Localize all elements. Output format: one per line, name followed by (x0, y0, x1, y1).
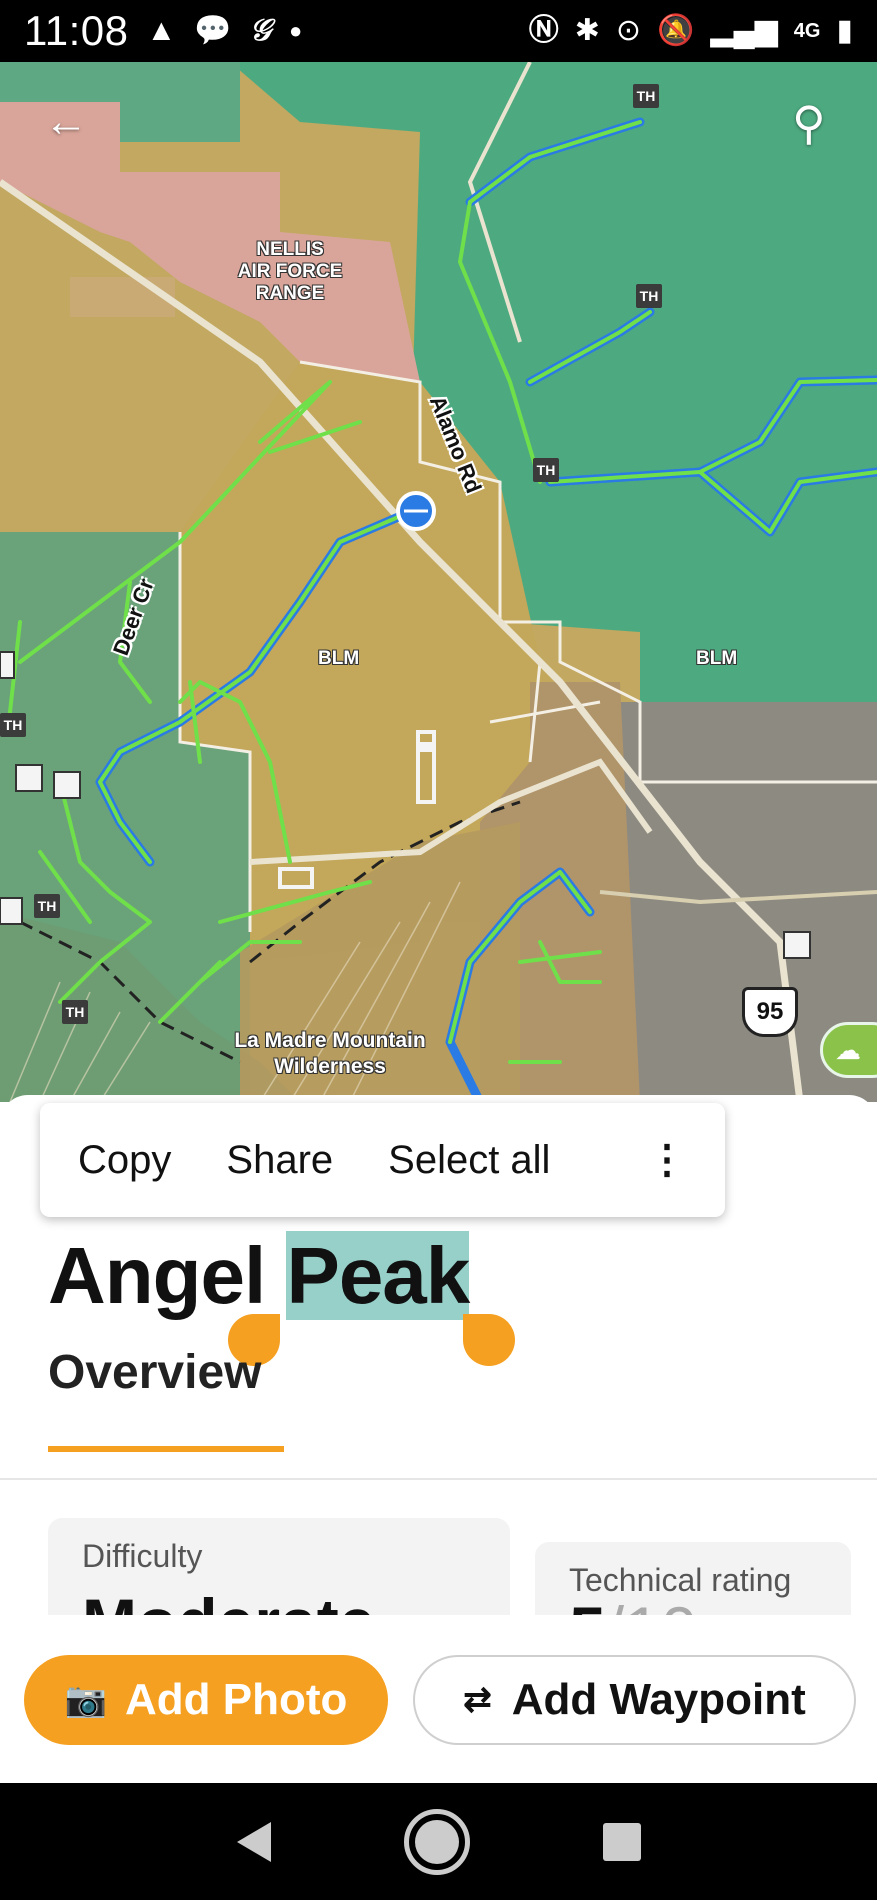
weather-pill[interactable]: ☁ (820, 1022, 877, 1078)
trail-title-text: Angel (48, 1231, 287, 1320)
map-label-wilderness: La Madre Mountain Wilderness (234, 1029, 426, 1078)
highway-shield: 95 (742, 987, 798, 1037)
navigation-arrow-icon: ▲ (146, 14, 177, 47)
trailhead-badge[interactable]: TH (633, 84, 659, 108)
add-photo-button[interactable]: 📷 Add Photo (24, 1655, 388, 1745)
camera-icon: 📷 (64, 1681, 107, 1719)
active-tab-indicator (48, 1446, 284, 1452)
app-notification-icon: 𝒢 (249, 14, 271, 47)
location-icon: ⊙ (615, 14, 642, 47)
selection-handle-end[interactable] (463, 1314, 515, 1366)
tab-divider (0, 1478, 877, 1480)
add-waypoint-button[interactable]: ⇄ Add Waypoint (413, 1655, 856, 1745)
app-screen: 11:08 ▲ 💬 𝒢 ● Ⓝ ✱ ⊙ 🔕 ▂▄▆ 4G ▮ ← ⚲ NELLI… (0, 0, 877, 1900)
map-label-blm-center: BLM (318, 648, 360, 669)
network-type: 4G (793, 19, 821, 42)
nav-home-icon[interactable] (403, 1808, 470, 1875)
system-nav-bar (0, 1783, 877, 1900)
cloud-icon: ☁ (835, 1035, 861, 1065)
more-options-icon[interactable]: ⋮ (647, 1140, 687, 1180)
trailhead-badge[interactable]: TH (62, 1000, 88, 1024)
selected-text[interactable]: Peak (286, 1231, 470, 1320)
more-notifications-icon: ● (288, 18, 303, 43)
battery-icon: ▮ (836, 14, 853, 47)
bluetooth-icon: ✱ (574, 14, 600, 47)
trail-map[interactable]: ← ⚲ NELLIS AIR FORCE RANGE BLM BLM La Ma… (0, 62, 877, 1102)
difficulty-label: Difficulty (82, 1538, 203, 1574)
select-all-button[interactable]: Select all (388, 1138, 550, 1183)
tab-overview[interactable]: Overview (48, 1345, 261, 1400)
share-button[interactable]: Share (226, 1138, 333, 1183)
add-waypoint-label: Add Waypoint (511, 1675, 806, 1724)
search-icon[interactable]: ⚲ (792, 100, 826, 146)
trail-title[interactable]: Angel Peak (48, 1230, 470, 1322)
trailhead-badge[interactable]: TH (34, 894, 60, 918)
nav-recents-icon[interactable] (602, 1822, 641, 1861)
copy-button[interactable]: Copy (78, 1138, 171, 1183)
text-selection-menu: Copy Share Select all ⋮ (40, 1103, 725, 1217)
status-bar: 11:08 ▲ 💬 𝒢 ● Ⓝ ✱ ⊙ 🔕 ▂▄▆ 4G ▮ (0, 0, 877, 62)
clock: 11:08 (24, 7, 129, 54)
nav-back-icon[interactable] (236, 1821, 271, 1862)
mute-icon: 🔕 (657, 14, 695, 47)
nfc-icon: Ⓝ (528, 14, 559, 47)
signal-icon: ▂▄▆ (710, 14, 778, 47)
add-photo-label: Add Photo (124, 1675, 348, 1724)
map-label-nellis: NELLIS AIR FORCE RANGE (237, 239, 343, 304)
message-icon: 💬 (194, 14, 232, 47)
trailhead-badge[interactable]: TH (0, 713, 26, 737)
back-arrow-icon[interactable]: ← (44, 100, 88, 144)
trailhead-badge[interactable]: TH (533, 458, 559, 482)
trailhead-badge[interactable]: TH (636, 284, 662, 308)
map-label-blm-right: BLM (696, 648, 738, 669)
route-icon: ⇄ (463, 1681, 492, 1719)
